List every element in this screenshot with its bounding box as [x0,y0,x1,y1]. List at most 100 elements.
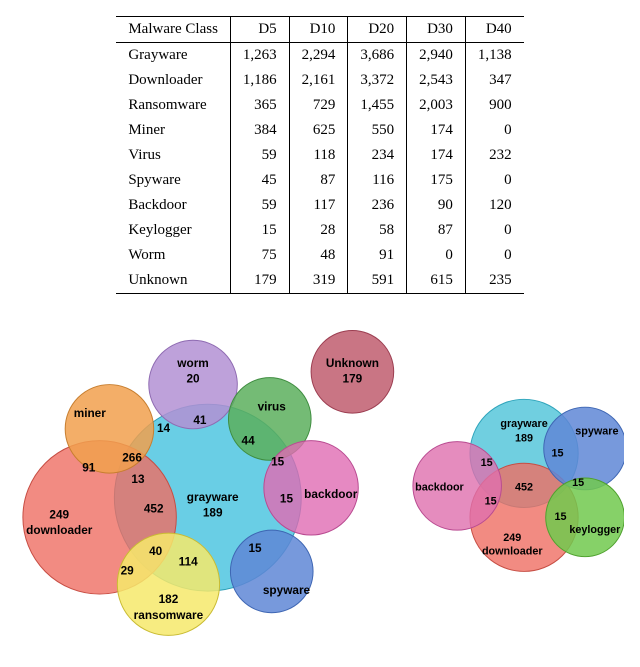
cell-d40: 900 [465,93,523,118]
cell-d20: 3,686 [348,43,407,69]
venn-left: worm 20 miner virus Unknown 179 download… [16,318,400,638]
cell-d30: 0 [407,243,466,268]
cell-d40: 235 [465,268,523,294]
cell-d5: 45 [230,168,289,193]
r-int-spy-key: 15 [572,477,584,489]
r-int-dl-key: 15 [554,511,566,523]
table-row: Unknown179319591615235 [116,268,523,294]
cell-malware-class: Worm [116,243,230,268]
venn-right: grayware 189 downloader 249 backdoor spy… [408,368,624,588]
cell-d5: 179 [230,268,289,294]
cell-d10: 2,294 [289,43,348,69]
label-virus: virus [258,399,287,413]
cell-d30: 90 [407,193,466,218]
cell-d40: 347 [465,68,523,93]
col-header-d40: D40 [465,17,523,43]
cell-d40: 1,138 [465,43,523,69]
cell-d10: 48 [289,243,348,268]
r-label-grayware: grayware [500,418,547,430]
cell-d5: 1,186 [230,68,289,93]
r-int-gw-spy: 15 [551,447,563,459]
table-row: Ransomware3657291,4552,003900 [116,93,523,118]
value-unknown: 179 [343,372,363,386]
cell-d20: 1,455 [348,93,407,118]
r-label-spyware: spyware [575,426,618,438]
label-worm: worm [176,356,208,370]
int-dl-miner: 91 [82,460,96,474]
cell-malware-class: Backdoor [116,193,230,218]
cell-malware-class: Grayware [116,43,230,69]
r-label-backdoor: backdoor [415,482,464,494]
cell-d5: 365 [230,93,289,118]
col-header-d20: D20 [348,17,407,43]
cell-d30: 615 [407,268,466,294]
cell-d5: 15 [230,218,289,243]
cell-d40: 0 [465,243,523,268]
cell-d20: 116 [348,168,407,193]
int-gw-miner-worm: 14 [157,421,171,435]
cell-d10: 319 [289,268,348,294]
value-worm: 20 [186,372,200,386]
label-miner: miner [74,406,107,420]
table-row: Backdoor5911723690120 [116,193,523,218]
cell-d30: 87 [407,218,466,243]
table-row: Spyware45871161750 [116,168,523,193]
col-header-d5: D5 [230,17,289,43]
cell-d30: 174 [407,118,466,143]
r-int-gw-bd: 15 [480,457,492,469]
int-gw-virus-bd: 15 [271,454,285,468]
cell-malware-class: Unknown [116,268,230,294]
col-header-class: Malware Class [116,17,230,43]
cell-d10: 729 [289,93,348,118]
cell-d20: 591 [348,268,407,294]
int-gw-dl-ransom: 40 [149,544,163,558]
cell-d5: 59 [230,143,289,168]
cell-malware-class: Miner [116,118,230,143]
int-gw-worm: 41 [193,413,207,427]
int-gw-virus: 44 [242,434,256,448]
circle-spyware [230,530,313,613]
label-spyware: spyware [263,583,311,597]
cell-d10: 2,161 [289,68,348,93]
r-int-gw-dl: 452 [515,482,533,494]
table-row: Worm75489100 [116,243,523,268]
cell-d20: 550 [348,118,407,143]
cell-d30: 2,003 [407,93,466,118]
cell-d40: 120 [465,193,523,218]
int-gw-bd: 15 [280,492,294,506]
cell-d20: 236 [348,193,407,218]
venn-row: worm 20 miner virus Unknown 179 download… [16,318,624,638]
cell-d40: 232 [465,143,523,168]
int-gw-miner-dl: 13 [131,472,145,486]
cell-d5: 75 [230,243,289,268]
cell-d10: 87 [289,168,348,193]
cell-d20: 58 [348,218,407,243]
r-int-gw-dl-bd: 15 [484,495,496,507]
cell-d10: 28 [289,218,348,243]
cell-malware-class: Virus [116,143,230,168]
label-unknown: Unknown [326,356,379,370]
cell-d10: 625 [289,118,348,143]
cell-malware-class: Spyware [116,168,230,193]
label-downloader: downloader [26,523,93,537]
cell-d30: 174 [407,143,466,168]
table-row: Virus59118234174232 [116,143,523,168]
label-ransomware: ransomware [134,608,204,622]
value-spyware: 15 [248,541,262,555]
int-dl-ransom: 29 [121,564,135,578]
table-row: Keylogger152858870 [116,218,523,243]
cell-d20: 3,372 [348,68,407,93]
cell-d30: 2,543 [407,68,466,93]
cell-d30: 2,940 [407,43,466,69]
int-gw-dl: 452 [144,502,164,516]
label-grayware: grayware [187,490,239,504]
r-label-keylogger: keylogger [569,524,621,536]
cell-d30: 175 [407,168,466,193]
malware-table: Malware Class D5 D10 D20 D30 D40 Graywar… [116,16,523,294]
cell-d5: 384 [230,118,289,143]
table-row: Grayware1,2632,2943,6862,9401,138 [116,43,523,69]
r-value-downloader: 249 [503,532,521,544]
int-gw-ransom: 114 [179,555,198,569]
cell-d10: 117 [289,193,348,218]
cell-d20: 234 [348,143,407,168]
